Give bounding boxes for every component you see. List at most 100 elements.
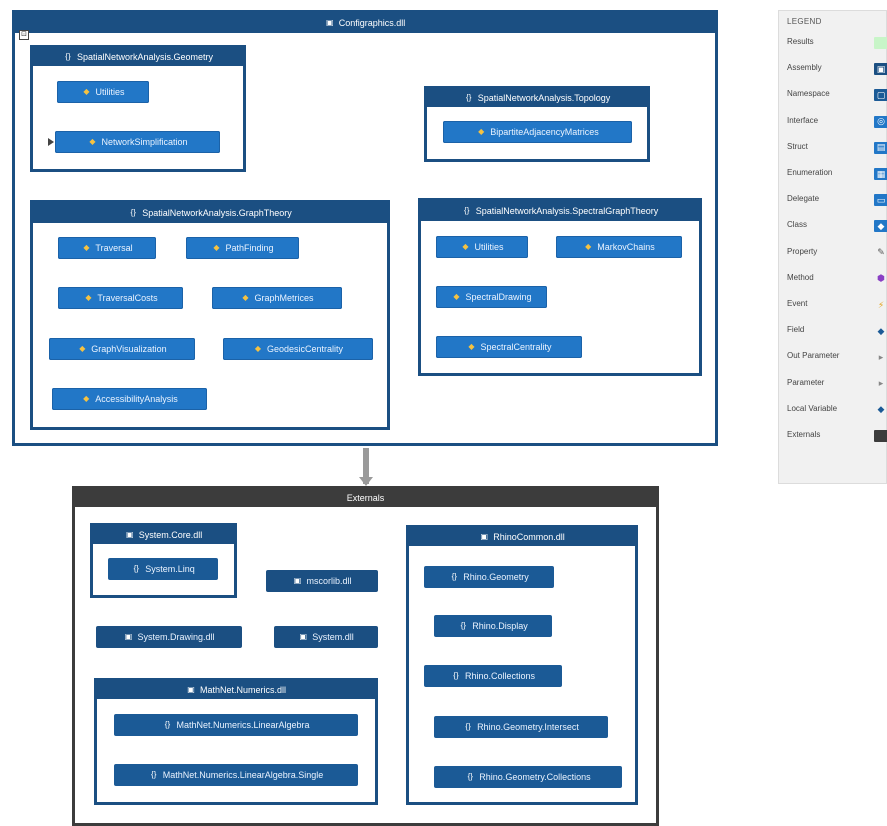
legend-label: Assembly <box>787 63 822 73</box>
class-icon: ◆ <box>453 292 460 301</box>
class-icon: ◆ <box>83 87 90 96</box>
namespace-header: {} SpatialNetworkAnalysis.GraphTheory <box>33 203 387 223</box>
namespace-icon: {} <box>467 772 473 781</box>
class-icon: ◆ <box>83 243 90 252</box>
class-markov-chains[interactable]: ◆ MarkovChains <box>556 236 682 258</box>
assembly-title: Configraphics.dll <box>338 18 406 28</box>
legend-row: Enumeration ▦ <box>787 168 887 182</box>
class-path-finding[interactable]: ◆ PathFinding <box>186 237 299 259</box>
class-icon: ◆ <box>213 243 220 252</box>
namespace-rhino-collections[interactable]: {} Rhino.Collections <box>424 665 562 687</box>
class-traversal[interactable]: ◆ Traversal <box>58 237 156 259</box>
class-graph-metrices[interactable]: ◆ GraphMetrices <box>212 287 342 309</box>
legend-label: Method <box>787 272 814 282</box>
legend-row: Class ◆ <box>787 220 887 234</box>
legend-label: Externals <box>787 430 821 439</box>
namespace-rhino-display[interactable]: {} Rhino.Display <box>434 615 552 637</box>
namespace-rhino-geometry-collections[interactable]: {} Rhino.Geometry.Collections <box>434 766 622 788</box>
class-icon: ◆ <box>85 293 92 302</box>
legend-label: Delegate <box>787 194 820 204</box>
namespace-mathnet-linear-algebra[interactable]: {} MathNet.Numerics.LinearAlgebra <box>114 714 358 736</box>
class-utilities[interactable]: ◆ Utilities <box>57 81 149 103</box>
legend-row: Local Variable ◆ <box>787 404 887 418</box>
class-traversal-costs[interactable]: ◆ TraversalCosts <box>58 287 183 309</box>
results-swatch <box>874 37 887 49</box>
namespace-icon: {} <box>151 770 157 779</box>
legend-label: Local Variable <box>787 403 838 413</box>
class-icon: ◆ <box>79 344 86 353</box>
class-accessibility-analysis[interactable]: ◆ AccessibilityAnalysis <box>52 388 207 410</box>
interface-icon: ◎ <box>874 115 887 128</box>
namespace-header: {} SpatialNetworkAnalysis.SpectralGraphT… <box>421 201 699 221</box>
struct-icon: ▤ <box>874 141 887 154</box>
legend-label: Parameter <box>787 377 825 387</box>
namespace-icon: {} <box>453 671 459 680</box>
assembly-header: ▣ Configraphics.dll <box>15 13 715 33</box>
class-icon: ◆ <box>242 293 249 302</box>
namespace-system-linq[interactable]: {} System.Linq <box>108 558 218 580</box>
class-icon: ◆ <box>874 220 887 233</box>
externals-swatch <box>874 430 887 442</box>
legend-label: Event <box>787 299 808 308</box>
namespace-rhino-geometry[interactable]: {} Rhino.Geometry <box>424 566 554 588</box>
class-spectral-utilities[interactable]: ◆ Utilities <box>436 236 528 258</box>
class-network-simplification[interactable]: ◆ NetworkSimplification <box>55 131 220 153</box>
class-graph-visualization[interactable]: ◆ GraphVisualization <box>49 338 195 360</box>
namespace-icon: {} <box>466 93 472 102</box>
delegate-icon: ▭ <box>874 194 887 207</box>
class-spectral-drawing[interactable]: ◆ SpectralDrawing <box>436 286 547 308</box>
legend-row: Out Parameter ▸ <box>787 351 887 365</box>
assembly-icon: ▣ <box>124 632 133 641</box>
out-parameter-icon: ▸ <box>878 351 884 362</box>
legend-label: Struct <box>787 141 808 151</box>
namespace-icon: {} <box>465 722 471 731</box>
legend-row: Interface ◎ <box>787 115 887 130</box>
legend-label: Class <box>787 220 808 230</box>
legend-row: Namespace ▢ <box>787 89 887 103</box>
legend-row: Results <box>787 37 887 51</box>
expand-arrow-icon[interactable] <box>48 138 54 146</box>
class-icon: ◆ <box>468 342 475 351</box>
method-icon: ⬢ <box>877 273 885 284</box>
class-bipartite-adjacency-matrices[interactable]: ◆ BipartiteAdjacencyMatrices <box>443 121 632 143</box>
legend-row: Field ◆ <box>787 325 887 339</box>
legend-label: Enumeration <box>787 168 833 177</box>
assembly-icon: ▣ <box>325 18 334 27</box>
collapse-icon[interactable]: ⊡ <box>19 30 29 40</box>
assembly-icon: ▣ <box>480 532 489 541</box>
class-spectral-centrality[interactable]: ◆ SpectralCentrality <box>436 336 582 358</box>
legend-label: Interface <box>787 115 819 125</box>
namespace-icon: {} <box>65 52 71 61</box>
namespace-mathnet-linear-algebra-single[interactable]: {} MathNet.Numerics.LinearAlgebra.Single <box>114 764 358 786</box>
class-icon: ◆ <box>462 242 469 251</box>
legend-row: Struct ▤ <box>787 141 887 156</box>
namespace-icon: {} <box>133 564 139 573</box>
assembly-system[interactable]: ▣ System.dll <box>274 626 378 648</box>
legend-label: Results <box>787 37 814 46</box>
assembly-mscorlib[interactable]: ▣ mscorlib.dll <box>266 570 378 592</box>
parameter-icon: ▸ <box>878 378 884 389</box>
property-icon: ✎ <box>877 247 885 258</box>
namespace-title: SpatialNetworkAnalysis.Geometry <box>76 52 214 62</box>
legend-row: Property ✎ <box>787 247 887 261</box>
assembly-system-drawing[interactable]: ▣ System.Drawing.dll <box>96 626 242 648</box>
assembly-icon: ▣ <box>293 576 302 585</box>
externals-header: Externals <box>75 489 656 507</box>
legend-label: Out Parameter <box>787 351 840 361</box>
namespace-icon: {} <box>460 621 466 630</box>
legend-row: Delegate ▭ <box>787 194 887 208</box>
field-icon: ◆ <box>877 325 885 336</box>
namespace-icon: ▢ <box>874 89 887 102</box>
namespace-icon: {} <box>451 572 457 581</box>
assembly-icon: ▣ <box>125 530 134 539</box>
legend-label: Property <box>787 246 818 256</box>
assembly-icon: ▣ <box>299 632 308 641</box>
legend-label: Field <box>787 325 805 335</box>
assembly-icon: ▣ <box>187 685 195 694</box>
namespace-icon: {} <box>164 720 171 729</box>
class-icon: ◆ <box>585 242 592 251</box>
namespace-header: {} SpatialNetworkAnalysis.Geometry <box>33 48 243 66</box>
namespace-rhino-geometry-intersect[interactable]: {} Rhino.Geometry.Intersect <box>434 716 608 738</box>
class-geodesic-centrality[interactable]: ◆ GeodesicCentrality <box>223 338 373 360</box>
enumeration-icon: ▦ <box>874 168 887 180</box>
